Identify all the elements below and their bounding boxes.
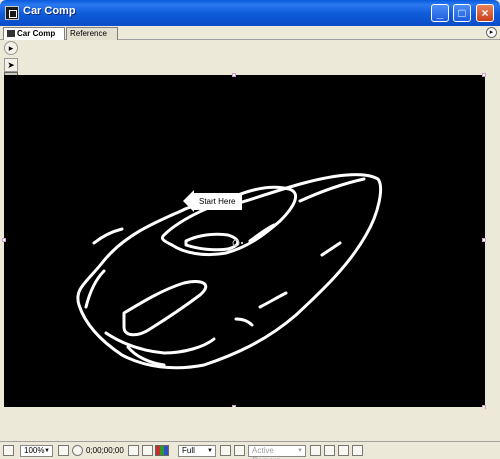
tab-reference[interactable]: Reference <box>66 27 118 40</box>
grid-icon[interactable] <box>58 445 69 456</box>
composition-icon <box>5 6 19 20</box>
maximize-button[interactable]: □ <box>453 4 471 22</box>
minimize-button[interactable]: _ <box>431 4 449 22</box>
resolution-dropdown[interactable]: Full ▼ <box>178 445 216 457</box>
composition-icon <box>7 30 15 37</box>
close-button[interactable]: × <box>476 4 494 22</box>
camera-dropdown[interactable]: Active Camera▼ <box>248 445 306 459</box>
tab-car-comp[interactable]: Car Comp <box>3 27 65 47</box>
pasteboard-area <box>4 407 485 441</box>
transparency-grid-icon[interactable] <box>234 445 245 456</box>
fast-preview-icon[interactable] <box>338 445 349 456</box>
resolution-value: Full <box>182 446 195 455</box>
flowchart-icon[interactable] <box>352 445 363 456</box>
transform-handle[interactable] <box>232 73 236 77</box>
viewer-frame-right <box>484 41 500 441</box>
viewer-status-bar: 100%▼ 0;00;00;00 Full▼ Active Camera▼ <box>0 441 500 459</box>
transform-handle[interactable] <box>2 238 6 242</box>
window-title: Car Comp <box>23 5 76 17</box>
transform-handle[interactable] <box>482 73 486 77</box>
title-bar: Car Comp _ □ × <box>0 0 500 26</box>
camera-value: Active Camera <box>252 446 280 459</box>
zoom-value: 100% <box>24 446 45 455</box>
transform-handle[interactable] <box>482 238 486 242</box>
view-layout-icon[interactable] <box>310 445 321 456</box>
panel-menu-arrow-icon[interactable]: ▸ <box>486 27 497 38</box>
rgb-channels-icon[interactable] <box>155 445 169 456</box>
timecode[interactable]: 0;00;00;00 <box>86 445 124 457</box>
tab-label: Reference <box>70 29 107 38</box>
region-of-interest-icon[interactable] <box>220 445 231 456</box>
composition-viewer[interactable] <box>2 73 486 409</box>
tab-bar: Car Comp Reference ▸ <box>0 26 500 47</box>
snapshot-icon[interactable] <box>72 445 83 456</box>
tab-label: Car Comp <box>17 29 56 38</box>
3d-view-icon[interactable] <box>324 445 335 456</box>
car-outline-drawing <box>76 173 382 370</box>
play-icon[interactable]: ▸ <box>4 41 18 55</box>
always-preview-icon[interactable] <box>3 445 14 456</box>
channel-icon[interactable] <box>142 445 153 456</box>
zoom-dropdown[interactable]: 100% ▼ <box>20 445 53 457</box>
camera-icon[interactable] <box>128 445 139 456</box>
start-here-annotation: Start Here <box>192 193 242 210</box>
selection-tool-icon[interactable]: ➤ <box>4 58 18 72</box>
